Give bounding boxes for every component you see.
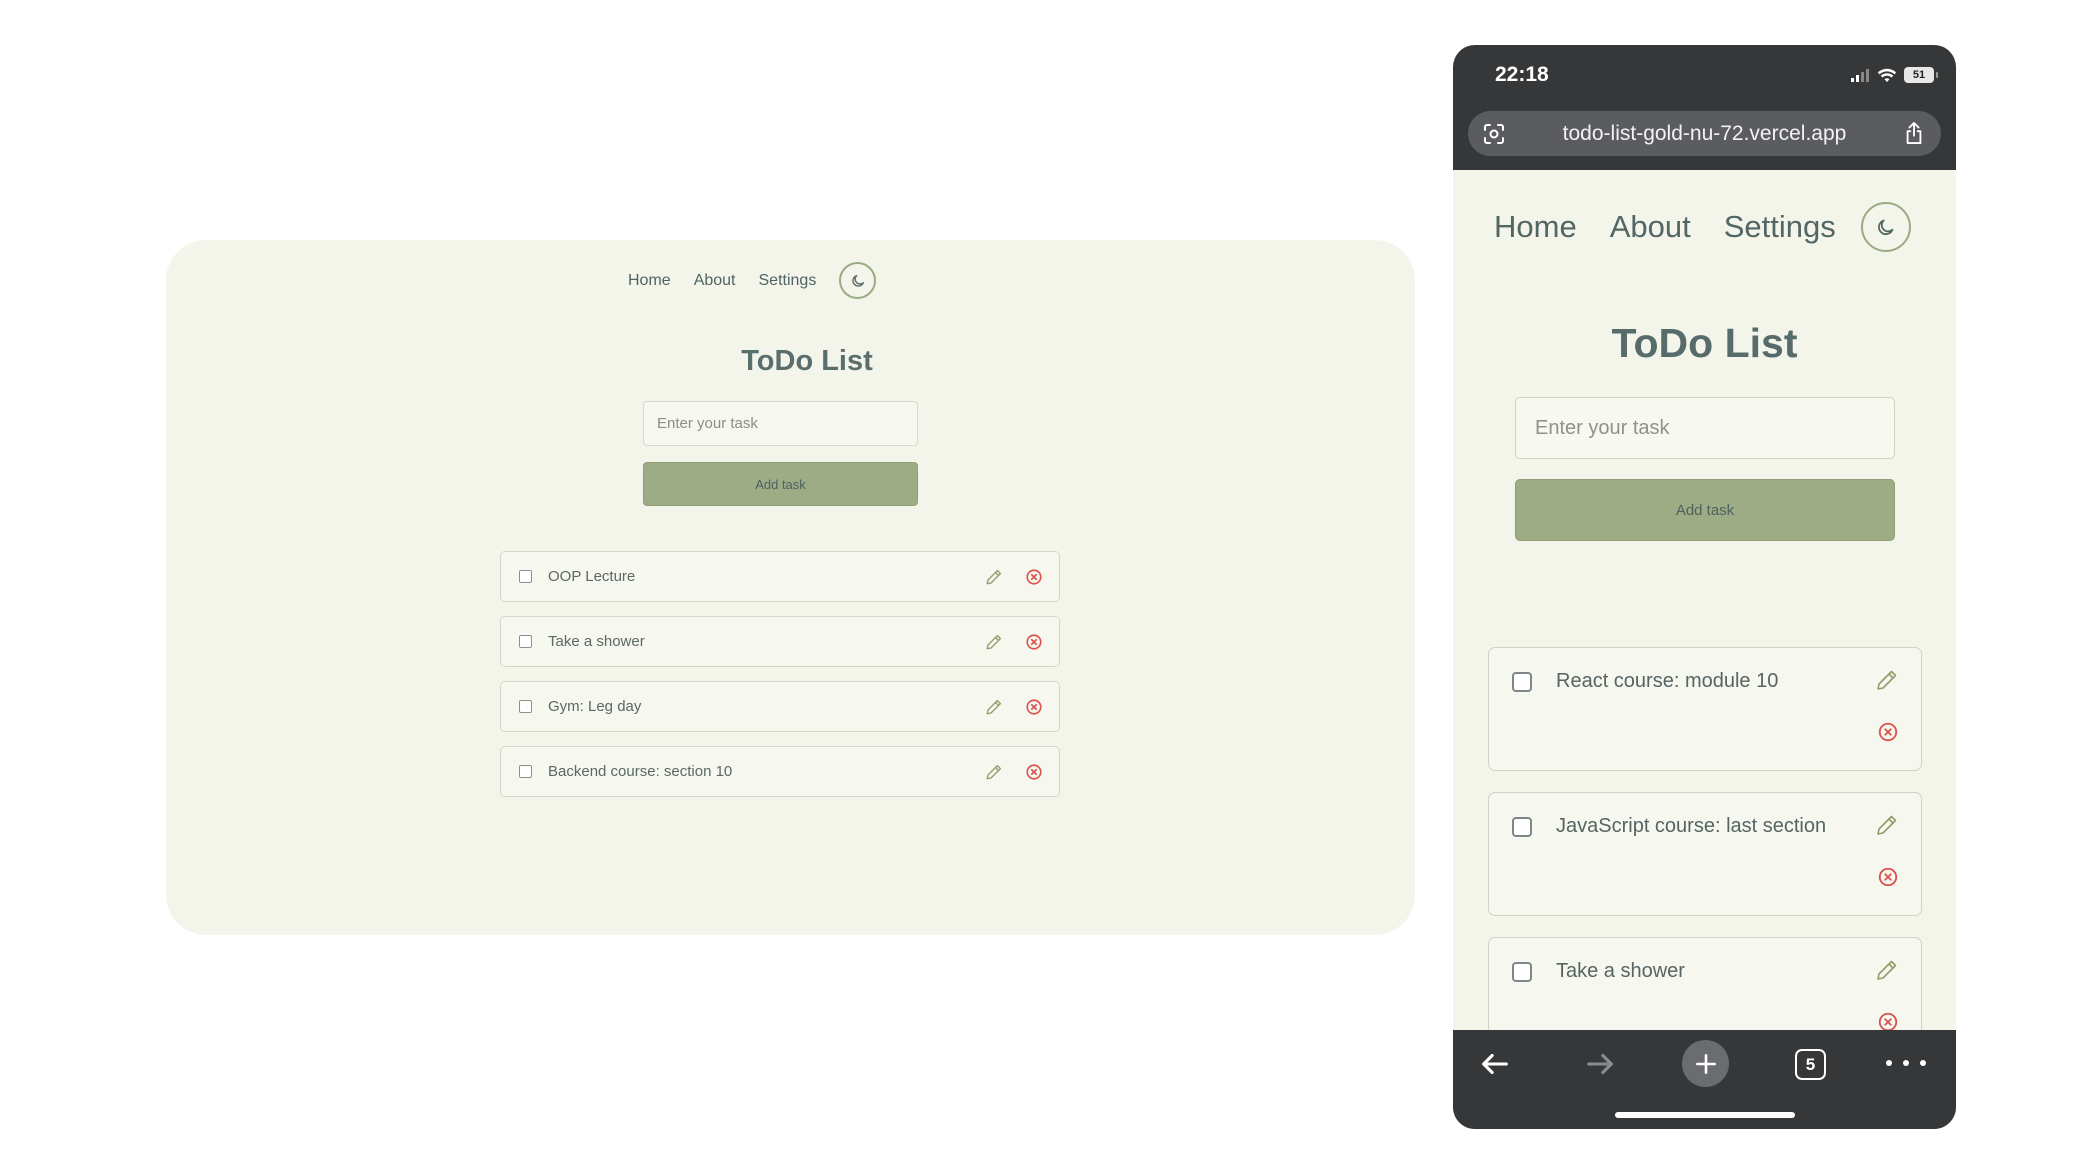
desktop-preview: Home About Settings ToDo List Add task O… (166, 240, 1415, 935)
status-bar: 22:18 51 (1453, 45, 1956, 105)
visual-search-icon[interactable] (1482, 122, 1506, 146)
task-list: React course: module 10 JavaScript cours… (1488, 647, 1922, 1030)
task-item: React course: module 10 (1488, 647, 1922, 771)
status-icons: 51 (1850, 67, 1938, 83)
task-item: Take a shower (500, 616, 1060, 667)
delete-task-button[interactable] (1025, 763, 1043, 781)
task-text: Gym: Leg day (548, 698, 642, 715)
forward-arrow-icon[interactable] (1583, 1047, 1617, 1081)
edit-task-button[interactable] (1875, 958, 1899, 982)
pencil-icon (986, 569, 1002, 584)
signal-icon (1851, 69, 1869, 82)
task-text: OOP Lecture (548, 568, 636, 585)
delete-circle-x-icon (1026, 763, 1042, 780)
task-text: Take a shower (1556, 960, 1685, 982)
nav-settings-link[interactable]: Settings (1724, 209, 1836, 245)
nav-about-link[interactable]: About (1610, 209, 1691, 245)
page-title: ToDo List (741, 345, 873, 377)
page-title: ToDo List (1611, 320, 1798, 366)
task-checkbox[interactable] (1512, 672, 1532, 692)
delete-task-button[interactable] (1877, 721, 1899, 743)
task-list: OOP Lecture Take a shower Gym: Leg day B… (500, 551, 1060, 797)
delete-task-button[interactable] (1025, 698, 1043, 716)
delete-task-button[interactable] (1877, 1011, 1899, 1030)
nav-settings-link[interactable]: Settings (759, 272, 817, 290)
new-tab-button[interactable] (1682, 1040, 1729, 1087)
pencil-icon (1877, 670, 1897, 690)
task-text: JavaScript course: last section (1556, 815, 1827, 837)
task-input[interactable] (643, 401, 918, 446)
theme-toggle-button[interactable] (1860, 202, 1911, 252)
web-viewport: Home About Settings ToDo List Add task R… (1453, 170, 1956, 1030)
task-item: Backend course: section 10 (500, 746, 1060, 797)
pencil-icon (1877, 815, 1897, 835)
delete-circle-x-icon (1026, 633, 1042, 650)
pencil-icon (1877, 960, 1897, 980)
back-arrow-icon[interactable] (1478, 1047, 1512, 1081)
delete-circle-x-icon (1878, 1012, 1898, 1030)
nav-home-link[interactable]: Home (628, 272, 671, 290)
task-checkbox[interactable] (519, 765, 532, 778)
task-item: JavaScript course: last section (1488, 792, 1922, 916)
nav-about-link[interactable]: About (694, 272, 736, 290)
task-text: React course: module 10 (1556, 670, 1779, 692)
task-checkbox[interactable] (1512, 817, 1532, 837)
task-checkbox[interactable] (519, 700, 532, 713)
task-item: Take a shower (1488, 937, 1922, 1030)
delete-task-button[interactable] (1877, 866, 1899, 888)
theme-toggle-button[interactable] (839, 262, 877, 299)
tab-switcher-button[interactable]: 5 (1795, 1049, 1826, 1080)
task-input[interactable] (1515, 397, 1895, 459)
add-task-button[interactable]: Add task (1515, 479, 1895, 541)
address-bar[interactable]: todo-list-gold-nu-72.vercel.app (1468, 111, 1941, 156)
delete-task-button[interactable] (1025, 568, 1043, 586)
add-task-button[interactable]: Add task (643, 462, 918, 506)
mobile-navbar: Home About Settings (1494, 202, 1911, 252)
desktop-navbar: Home About Settings (628, 262, 877, 299)
edit-task-button[interactable] (985, 633, 1003, 651)
task-item: Gym: Leg day (500, 681, 1060, 732)
task-checkbox[interactable] (1512, 962, 1532, 982)
pencil-icon (986, 634, 1002, 649)
edit-task-button[interactable] (985, 568, 1003, 586)
edit-task-button[interactable] (985, 763, 1003, 781)
nav-home-link[interactable]: Home (1494, 209, 1577, 245)
dot-icon (1920, 1060, 1926, 1066)
delete-task-button[interactable] (1025, 633, 1043, 651)
task-item: OOP Lecture (500, 551, 1060, 602)
screenshot-stage: Home About Settings ToDo List Add task O… (0, 0, 2078, 1169)
edit-task-button[interactable] (985, 698, 1003, 716)
pencil-icon (986, 699, 1002, 714)
moon-icon (1878, 219, 1894, 235)
delete-circle-x-icon (1026, 698, 1042, 715)
delete-circle-x-icon (1878, 867, 1898, 887)
wifi-icon (1877, 68, 1897, 82)
share-icon[interactable] (1903, 121, 1925, 145)
home-indicator (1615, 1112, 1795, 1118)
delete-circle-x-icon (1026, 568, 1042, 585)
task-text: Backend course: section 10 (548, 763, 733, 780)
task-checkbox[interactable] (519, 635, 532, 648)
task-text: Take a shower (548, 633, 645, 650)
edit-task-button[interactable] (1875, 813, 1899, 837)
moon-icon (852, 274, 864, 287)
battery-indicator: 51 (1904, 67, 1938, 83)
dot-icon (1886, 1060, 1892, 1066)
plus-icon (1695, 1053, 1716, 1074)
url-text: todo-list-gold-nu-72.vercel.app (1562, 121, 1847, 145)
mobile-preview: 22:18 51 todo-list-gold-nu-72.vercel.app… (1453, 45, 1956, 1129)
task-checkbox[interactable] (519, 570, 532, 583)
dot-icon (1903, 1060, 1909, 1066)
delete-circle-x-icon (1878, 722, 1898, 742)
pencil-icon (986, 764, 1002, 779)
edit-task-button[interactable] (1875, 668, 1899, 692)
browser-toolbar: 5 (1453, 1030, 1956, 1129)
more-menu-button[interactable] (1886, 1053, 1926, 1073)
status-time: 22:18 (1495, 63, 1549, 86)
